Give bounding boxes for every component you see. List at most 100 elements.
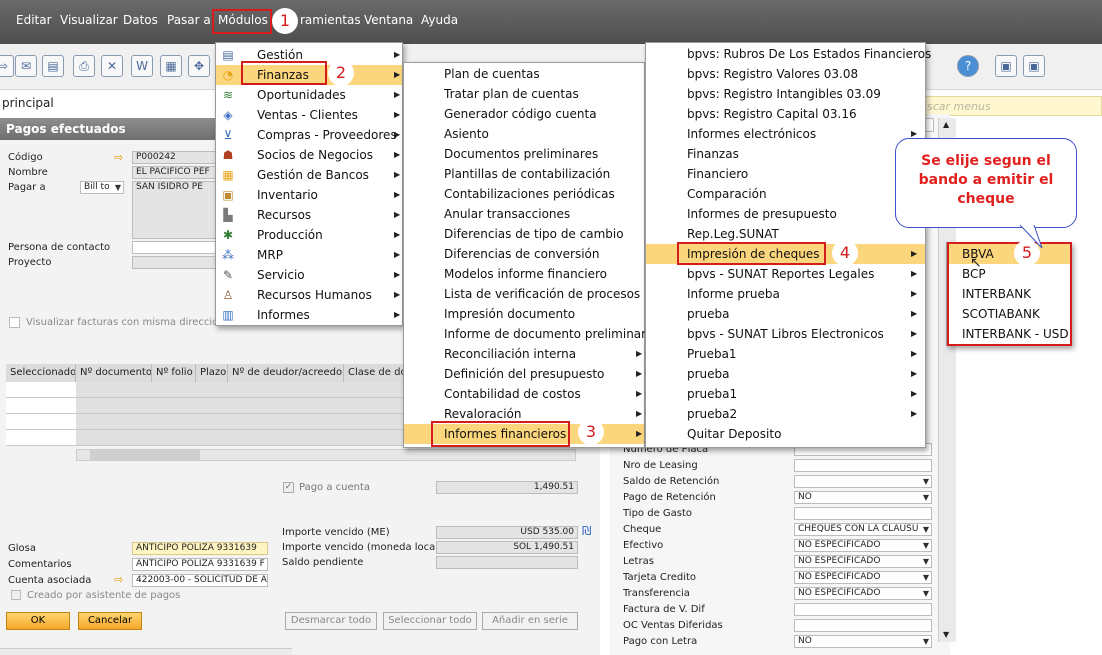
informes-item-18[interactable]: prueba2 ▶: [646, 404, 925, 424]
modulos-item-11[interactable]: ✎ Servicio ▶: [216, 265, 402, 285]
currency-icon[interactable]: ₪: [582, 524, 591, 538]
informes-item-17[interactable]: prueba1 ▶: [646, 384, 925, 404]
panel-field-value[interactable]: CHEQUES CON LA CLAUSU: [794, 523, 932, 536]
modulos-item-6[interactable]: ▦ Gestión de Bancos ▶: [216, 165, 402, 185]
informes-item-14[interactable]: bpvs - SUNAT Libros Electronicos ▶: [646, 324, 925, 344]
informes-item-3[interactable]: bpvs: Registro Capital 03.16: [646, 104, 925, 124]
panel-field-value[interactable]: [794, 475, 932, 488]
table-row[interactable]: [6, 430, 404, 446]
visualizar-checkbox[interactable]: [9, 317, 20, 328]
modulos-item-12[interactable]: ♙ Recursos Humanos ▶: [216, 285, 402, 305]
finanzas-item-8[interactable]: Diferencias de tipo de cambio: [404, 224, 644, 244]
panel-field-value[interactable]: NO ESPECIFICADO: [794, 587, 932, 600]
pago-cuenta-checkbox[interactable]: ✓: [283, 482, 294, 493]
grid-header-documento[interactable]: Nº documento: [76, 364, 152, 382]
grid-header-clase[interactable]: Clase de do: [344, 364, 404, 382]
finanzas-item-9[interactable]: Diferencias de conversión: [404, 244, 644, 264]
pagar-a-address[interactable]: SAN ISIDRO PE: [132, 181, 218, 239]
menu-datos[interactable]: Datos: [123, 13, 158, 27]
finanzas-item-16[interactable]: Contabilidad de costos ▶: [404, 384, 644, 404]
nombre-field[interactable]: EL PACIFICO PEF: [132, 166, 218, 179]
informes-item-15[interactable]: Prueba1 ▶: [646, 344, 925, 364]
informes-item-8[interactable]: Informes de presupuesto: [646, 204, 925, 224]
proyecto-field[interactable]: [132, 256, 218, 269]
print-icon[interactable]: ⎙: [73, 55, 95, 77]
finanzas-item-13[interactable]: Informe de documento preliminar: [404, 324, 646, 344]
panel-field-value[interactable]: NO: [794, 635, 932, 648]
modulos-item-7[interactable]: ▣ Inventario ▶: [216, 185, 402, 205]
informes-item-19[interactable]: Quitar Deposito: [646, 424, 925, 444]
informes-item-2[interactable]: bpvs: Registro Intangibles 03.09: [646, 84, 925, 104]
comentarios-field[interactable]: ANTICIPO POLIZA 9331639 F: [132, 558, 268, 571]
finanzas-item-0[interactable]: Plan de cuentas: [404, 64, 644, 84]
desmarcar-button[interactable]: Desmarcar todo: [285, 612, 377, 630]
panel-field-value[interactable]: [794, 459, 932, 472]
pdf-icon[interactable]: ▦: [160, 55, 182, 77]
panel-field-value[interactable]: [794, 603, 932, 616]
email-icon[interactable]: ✉: [15, 55, 37, 77]
informes-item-5[interactable]: Finanzas: [646, 144, 925, 164]
finanzas-item-7[interactable]: Anular transacciones: [404, 204, 644, 224]
scroll-down-icon[interactable]: ▼: [943, 630, 949, 639]
grid-header-deudor[interactable]: Nº de deudor/acreedor: [228, 364, 344, 382]
table-row[interactable]: [6, 414, 404, 430]
grid-header-folio[interactable]: Nº folio: [152, 364, 196, 382]
finanzas-item-12[interactable]: Impresión documento: [404, 304, 644, 324]
modulos-item-5[interactable]: ☗ Socios de Negocios ▶: [216, 145, 402, 165]
pagar-a-select[interactable]: Bill to: [80, 181, 124, 194]
informes-item-9[interactable]: Rep.Leg.SUNAT: [646, 224, 925, 244]
layout-icon[interactable]: ▣: [1023, 55, 1045, 77]
anadir-button[interactable]: Añadir en serie: [482, 612, 578, 630]
cancelar-button[interactable]: Cancelar: [78, 612, 142, 630]
modulos-item-8[interactable]: ▙ Recursos ▶: [216, 205, 402, 225]
move-icon[interactable]: ✥: [188, 55, 210, 77]
table-row[interactable]: [6, 398, 404, 414]
informes-item-6[interactable]: Financiero: [646, 164, 925, 184]
informes-item-0[interactable]: bpvs: Rubros De Los Estados Financieros: [646, 44, 931, 64]
modulos-item-3[interactable]: ◈ Ventas - Clientes ▶: [216, 105, 402, 125]
modulos-item-9[interactable]: ✱ Producción ▶: [216, 225, 402, 245]
modulos-item-4[interactable]: ⊻ Compras - Proveedores ▶: [216, 125, 402, 145]
fax-icon[interactable]: ▤: [42, 55, 64, 77]
grid-scroll-thumb[interactable]: [90, 450, 200, 460]
panel-field-value[interactable]: [794, 507, 932, 520]
settings-icon[interactable]: ▣: [995, 55, 1017, 77]
search-input[interactable]: scar menus: [920, 96, 1102, 116]
cuenta-field[interactable]: 422003-00 - SOLICITUD DE A: [132, 574, 268, 587]
table-row[interactable]: [6, 382, 404, 398]
modulos-item-2[interactable]: ≋ Oportunidades ▶: [216, 85, 402, 105]
glosa-field[interactable]: ANTICIPO POLIZA 9331639: [132, 542, 268, 555]
menu-editar[interactable]: Editar: [16, 13, 52, 27]
panel-field-value[interactable]: NO ESPECIFICADO: [794, 539, 932, 552]
link-arrow-icon[interactable]: ⇨: [114, 573, 123, 586]
menu-pasar-a[interactable]: Pasar a: [167, 13, 211, 27]
word-icon[interactable]: W: [131, 55, 153, 77]
informes-item-1[interactable]: bpvs: Registro Valores 03.08: [646, 64, 925, 84]
modulos-item-13[interactable]: ▥ Informes ▶: [216, 305, 402, 325]
finanzas-item-15[interactable]: Definición del presupuesto ▶: [404, 364, 644, 384]
ok-button[interactable]: OK: [6, 612, 70, 630]
grid-header-seleccionado[interactable]: Seleccionado: [6, 364, 76, 382]
finanzas-item-3[interactable]: Asiento: [404, 124, 644, 144]
finanzas-item-2[interactable]: Generador código cuenta: [404, 104, 644, 124]
modulos-item-10[interactable]: ⁂ MRP ▶: [216, 245, 402, 265]
link-arrow-icon[interactable]: ⇨: [114, 151, 123, 164]
informes-item-4[interactable]: Informes electrónicos ▶: [646, 124, 925, 144]
finanzas-item-10[interactable]: Modelos informe financiero: [404, 264, 644, 284]
seleccionar-button[interactable]: Seleccionar todo: [383, 612, 477, 630]
excel-icon[interactable]: ✕: [101, 55, 123, 77]
finanzas-item-1[interactable]: Tratar plan de cuentas: [404, 84, 644, 104]
help-icon[interactable]: ?: [957, 55, 979, 77]
panel-field-value[interactable]: NO ESPECIFICADO: [794, 571, 932, 584]
menu-herramientas[interactable]: ramientas: [300, 13, 361, 27]
menu-ayuda[interactable]: Ayuda: [421, 13, 458, 27]
menu-visualizar[interactable]: Visualizar: [60, 13, 118, 27]
informes-item-7[interactable]: Comparación: [646, 184, 925, 204]
informes-item-16[interactable]: prueba ▶: [646, 364, 925, 384]
panel-field-value[interactable]: NO ESPECIFICADO: [794, 555, 932, 568]
menu-ventana[interactable]: Ventana: [364, 13, 413, 27]
finanzas-item-11[interactable]: Lista de verificación de procesos: [404, 284, 644, 304]
finanzas-item-4[interactable]: Documentos preliminares: [404, 144, 644, 164]
finanzas-item-6[interactable]: Contabilizaciones periódicas: [404, 184, 644, 204]
informes-item-12[interactable]: Informe prueba ▶: [646, 284, 925, 304]
